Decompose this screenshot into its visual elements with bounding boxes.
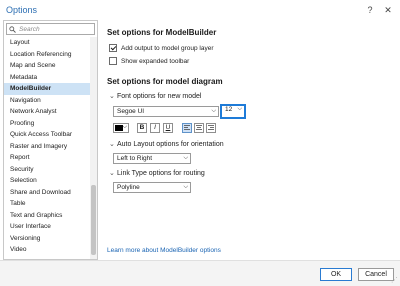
window-title: Options — [6, 5, 38, 15]
orientation-dropdown[interactable]: Left to Right ⌵ — [113, 153, 191, 164]
sidebar-item-metadata[interactable]: Metadata — [4, 72, 90, 84]
sidebar-item-video[interactable]: Video — [4, 244, 90, 256]
font-name-value: Segoe UI — [117, 108, 145, 115]
italic-button[interactable]: I — [150, 123, 160, 133]
sidebar-item-text-and-graphics[interactable]: Text and Graphics — [4, 210, 90, 222]
bold-button[interactable]: B — [137, 123, 147, 133]
modelbuilder-heading: Set options for ModelBuilder — [107, 28, 217, 37]
font-size-dropdown[interactable]: 12 ⌵ — [220, 104, 246, 119]
sidebar-item-map-and-scene[interactable]: Map and Scene — [4, 60, 90, 72]
align-right-button[interactable] — [206, 123, 216, 133]
sidebar-item-share-and-download[interactable]: Share and Download — [4, 187, 90, 199]
chevron-down-icon: ⌵ — [237, 106, 242, 112]
chevron-down-icon: ⌵ — [122, 124, 127, 130]
learn-more-link[interactable]: Learn more about ModelBuilder options — [107, 247, 221, 254]
sidebar-item-quick-access-toolbar[interactable]: Quick Access Toolbar — [4, 129, 90, 141]
routing-value: Polyline — [117, 184, 140, 191]
diagram-heading: Set options for model diagram — [107, 77, 223, 86]
font-color-picker[interactable]: ⌵ — [113, 123, 129, 133]
options-sidebar: Search Layout Location Referencing Map a… — [3, 20, 98, 260]
sidebar-item-selection[interactable]: Selection — [4, 175, 90, 187]
expanded-toolbar-label: Show expanded toolbar — [121, 58, 190, 65]
link-group-chevron-icon[interactable]: ⌄ — [109, 169, 115, 177]
sidebar-item-layout[interactable]: Layout — [4, 37, 90, 49]
chevron-down-icon: ⌵ — [183, 184, 188, 190]
ok-button[interactable]: OK — [320, 268, 352, 281]
sidebar-item-raster-and-imagery[interactable]: Raster and Imagery — [4, 141, 90, 153]
align-right-icon — [208, 125, 214, 130]
options-content: Set options for ModelBuilder Add output … — [100, 20, 400, 260]
dialog-footer: OK Cancel ⋰ — [0, 260, 400, 286]
chevron-down-icon: ⌵ — [211, 108, 216, 114]
sidebar-item-security[interactable]: Security — [4, 164, 90, 176]
sidebar-item-proofing[interactable]: Proofing — [4, 118, 90, 130]
font-name-dropdown[interactable]: Segoe UI ⌵ — [113, 106, 219, 117]
sidebar-item-user-interface[interactable]: User Interface — [4, 221, 90, 233]
sidebar-list: Layout Location Referencing Map and Scen… — [4, 37, 90, 259]
add-output-checkbox[interactable] — [109, 44, 117, 52]
font-group-chevron-icon[interactable]: ⌄ — [109, 92, 115, 100]
align-left-icon — [184, 125, 190, 130]
underline-button[interactable]: U — [163, 123, 173, 133]
align-center-icon — [196, 125, 202, 130]
search-placeholder: Search — [19, 26, 40, 33]
align-center-button[interactable] — [194, 123, 204, 133]
scrollbar-thumb[interactable] — [91, 185, 96, 255]
close-button[interactable]: ✕ — [382, 4, 394, 16]
routing-dropdown[interactable]: Polyline ⌵ — [113, 182, 191, 193]
expanded-toolbar-checkbox[interactable] — [109, 57, 117, 65]
title-bar: Options ? ✕ — [0, 0, 400, 20]
orientation-value: Left to Right — [117, 155, 153, 162]
sidebar-item-location-referencing[interactable]: Location Referencing — [4, 49, 90, 61]
link-group-title[interactable]: Link Type options for routing — [117, 170, 205, 177]
cancel-button[interactable]: Cancel — [358, 268, 394, 281]
layout-group-chevron-icon[interactable]: ⌄ — [109, 140, 115, 148]
sidebar-item-network-analyst[interactable]: Network Analyst — [4, 106, 90, 118]
font-size-value: 12 — [225, 106, 233, 113]
search-input[interactable]: Search — [6, 23, 95, 35]
sidebar-item-report[interactable]: Report — [4, 152, 90, 164]
sidebar-item-versioning[interactable]: Versioning — [4, 233, 90, 245]
resize-grip-icon[interactable]: ⋰ — [391, 276, 398, 284]
sidebar-item-navigation[interactable]: Navigation — [4, 95, 90, 107]
chevron-down-icon: ⌵ — [183, 155, 188, 161]
add-output-label: Add output to model group layer — [121, 45, 214, 52]
sidebar-scrollbar[interactable] — [90, 37, 97, 259]
help-button[interactable]: ? — [364, 4, 376, 16]
align-left-button[interactable] — [182, 123, 192, 133]
sidebar-item-modelbuilder[interactable]: ModelBuilder — [4, 83, 90, 95]
font-group-title[interactable]: Font options for new model — [117, 93, 201, 100]
layout-group-title[interactable]: Auto Layout options for orientation — [117, 141, 224, 148]
search-icon — [9, 26, 16, 33]
sidebar-item-table[interactable]: Table — [4, 198, 90, 210]
